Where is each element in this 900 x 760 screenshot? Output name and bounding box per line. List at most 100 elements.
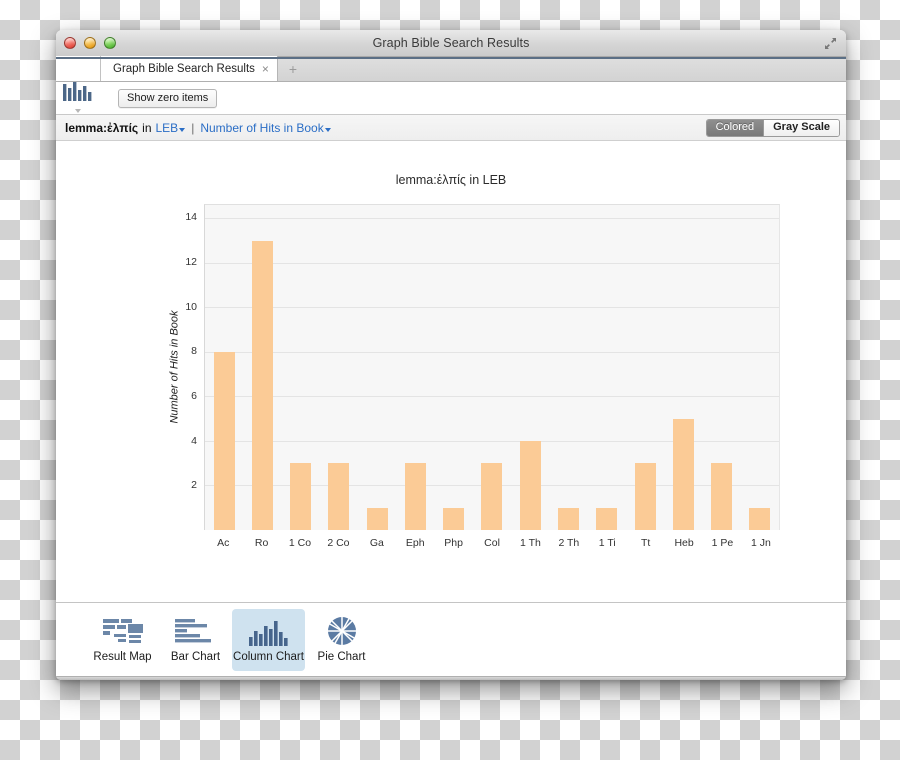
breadcrumb-separator: | — [191, 120, 195, 135]
bar-cell[interactable] — [243, 205, 281, 530]
x-axis-tick-label: 2 Co — [327, 537, 350, 549]
view-mode-column-chart[interactable]: Column Chart — [232, 608, 305, 671]
x-axis-tick-label: 1 Ti — [598, 537, 616, 549]
view-mode-label: Bar Chart — [170, 651, 221, 663]
bar-cell[interactable] — [396, 205, 434, 530]
y-axis-tick-label: 6 — [191, 390, 197, 403]
result-map-icon — [101, 616, 145, 646]
bar-1-co[interactable] — [290, 463, 312, 530]
pie-chart-icon — [327, 616, 357, 646]
bar-ro[interactable] — [251, 240, 273, 530]
breadcrumb-resource-link[interactable]: LEB — [156, 121, 179, 135]
x-axis-ticks: Ac Ro 1 Co 2 Co Ga Eph Php Col 1 Th 2 Th 1 Ti Tt Heb… — [204, 537, 780, 549]
chart-canvas: lemma:ἐλπίς in LEB Number of Hits in Boo… — [56, 141, 846, 602]
view-mode-label: Result Map — [93, 651, 152, 663]
chart-title: lemma:ἐλπίς in LEB — [395, 173, 507, 187]
close-icon[interactable]: × — [262, 63, 269, 75]
x-axis-tick-label: 1 Co — [288, 537, 312, 549]
window-controls — [64, 37, 116, 49]
x-axis-tick-label: Heb — [674, 537, 694, 549]
bar-cell[interactable] — [664, 205, 702, 530]
tab-strip-left-pad — [56, 56, 101, 81]
chevron-down-icon[interactable] — [75, 108, 81, 113]
window-bottom-edge — [56, 676, 846, 680]
bar-2-co[interactable] — [328, 463, 350, 530]
bar-eph[interactable] — [404, 463, 426, 530]
y-axis-tick-label: 4 — [191, 434, 197, 447]
bar-cell[interactable] — [358, 205, 396, 530]
chevron-down-icon[interactable] — [324, 127, 331, 132]
bar-series — [205, 205, 779, 530]
bar-2-th[interactable] — [558, 507, 580, 530]
y-axis-tick-label: 10 — [185, 300, 197, 313]
plot-area-wrapper: Number of Hits in Book 2 4 6 8 10 12 14 Ac Ro 1 … — [169, 204, 780, 549]
bar-cell[interactable] — [320, 205, 358, 530]
bar-1-ti[interactable] — [596, 507, 618, 530]
view-mode-result-map[interactable]: Result Map — [86, 609, 159, 671]
toolbar: Show zero items — [56, 81, 846, 115]
breadcrumb-query: lemma:ἐλπίς — [65, 120, 139, 135]
breadcrumb-in-word: in — [142, 120, 152, 135]
bar-ga[interactable] — [366, 507, 388, 530]
column-chart-icon — [247, 616, 291, 646]
close-button[interactable] — [64, 37, 76, 49]
y-axis-tick-label: 8 — [191, 345, 197, 358]
tab-strip-spacer — [308, 56, 846, 81]
bar-cell[interactable] — [549, 205, 587, 530]
new-tab-button[interactable]: + — [278, 56, 308, 81]
title-bar: Graph Bible Search Results — [56, 30, 846, 57]
gray-scale-option[interactable]: Gray Scale — [763, 119, 839, 136]
bar-cell[interactable] — [205, 205, 243, 530]
x-axis-tick-label: Ac — [217, 537, 230, 549]
color-mode-toggle[interactable]: Colored Gray Scale — [705, 118, 840, 137]
bar-chart-icon — [174, 616, 218, 646]
x-axis-tick-label: Php — [444, 537, 463, 549]
x-axis-tick-label: Ro — [254, 537, 269, 549]
x-axis-tick-label: 1 Th — [520, 537, 541, 549]
tab-graph-bible-search-results[interactable]: Graph Bible Search Results × — [101, 56, 278, 81]
bar-cell[interactable] — [511, 205, 549, 530]
column-chart-icon[interactable] — [56, 81, 101, 115]
bar-1-jn[interactable] — [749, 507, 771, 530]
bar-1-th[interactable] — [519, 440, 541, 530]
x-axis-tick-label: Col — [484, 537, 500, 549]
colored-option[interactable]: Colored — [706, 119, 764, 136]
x-axis-tick-label: 1 Jn — [750, 537, 771, 549]
bar-php[interactable] — [443, 507, 465, 530]
view-mode-pie-chart[interactable]: Pie Chart — [305, 609, 378, 671]
y-axis-tick-label: 14 — [185, 211, 197, 224]
breadcrumb-bar: lemma:ἐλπίς in LEB | Number of Hits in B… — [56, 115, 846, 141]
plot-area — [204, 204, 780, 530]
x-axis-tick-label: 2 Th — [558, 537, 580, 549]
x-axis-tick-label: Tt — [641, 537, 651, 549]
tab-strip: Graph Bible Search Results × + — [56, 56, 846, 82]
bar-ac[interactable] — [213, 351, 235, 530]
bar-col[interactable] — [481, 463, 503, 530]
bar-tt[interactable] — [634, 463, 656, 530]
bar-cell[interactable] — [282, 205, 320, 530]
chevron-down-icon[interactable] — [179, 127, 186, 132]
app-window: Graph Bible Search Results Graph Bible S… — [56, 30, 846, 680]
window-title: Graph Bible Search Results — [372, 36, 530, 50]
bar-cell[interactable] — [435, 205, 473, 530]
bar-1-pe[interactable] — [711, 463, 733, 530]
x-axis-tick-label: Ga — [369, 537, 384, 549]
view-mode-bar-chart[interactable]: Bar Chart — [159, 609, 232, 671]
tab-label: Graph Bible Search Results — [113, 62, 255, 75]
show-zero-items-button[interactable]: Show zero items — [118, 88, 218, 108]
expand-arrows-icon[interactable] — [821, 34, 840, 53]
bar-cell[interactable] — [741, 205, 779, 530]
bar-cell[interactable] — [626, 205, 664, 530]
zoom-button[interactable] — [104, 37, 116, 49]
breadcrumb: lemma:ἐλπίς in LEB | Number of Hits in B… — [65, 121, 331, 135]
x-axis-tick-label: 1 Pe — [711, 537, 734, 549]
bar-cell[interactable] — [473, 205, 511, 530]
y-axis-tick-label: 2 — [191, 479, 197, 492]
minimize-button[interactable] — [84, 37, 96, 49]
view-mode-label: Column Chart — [233, 651, 304, 663]
breadcrumb-measure-link[interactable]: Number of Hits in Book — [200, 121, 323, 135]
bar-cell[interactable] — [588, 205, 626, 530]
bar-heb[interactable] — [672, 418, 694, 530]
y-axis-tick-label: 12 — [185, 256, 197, 269]
bar-cell[interactable] — [702, 205, 740, 530]
